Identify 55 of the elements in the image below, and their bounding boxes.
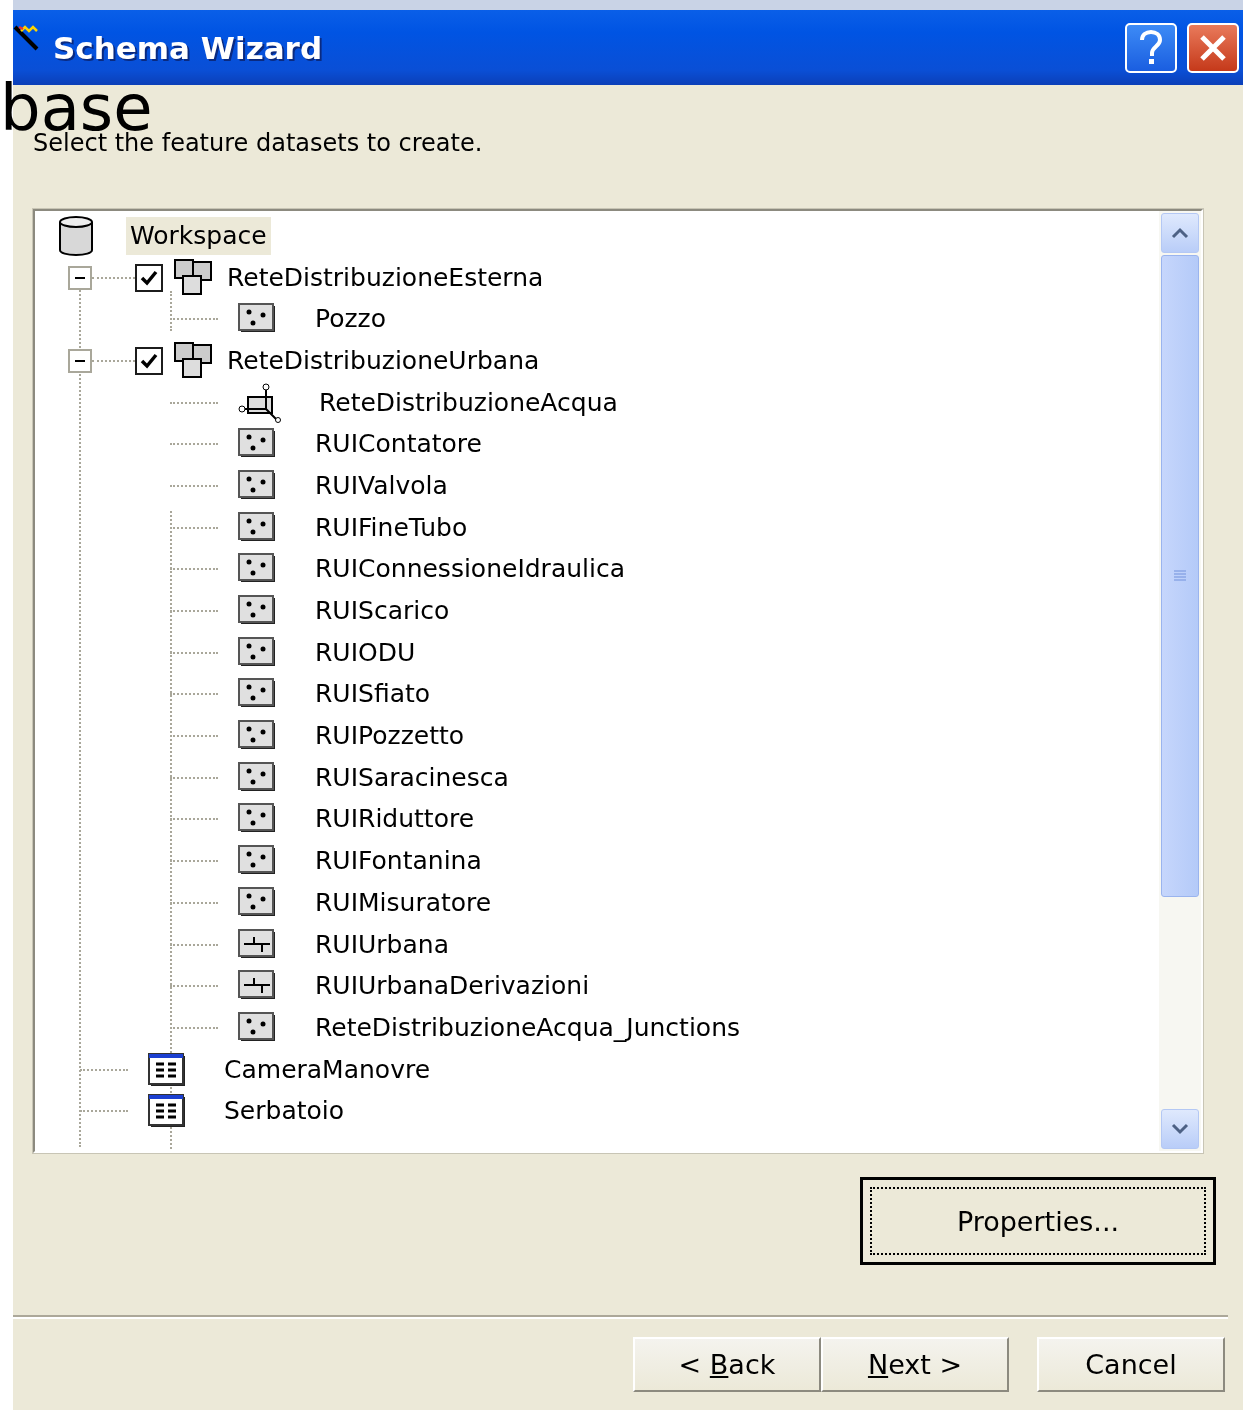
properties-button[interactable]: Properties... xyxy=(860,1177,1216,1265)
checkbox[interactable] xyxy=(135,263,163,292)
tree-item-label[interactable]: Workspace xyxy=(126,216,271,255)
stacked-squares-icon xyxy=(173,340,213,381)
tree-item-label[interactable]: ReteDistribuzioneAcqua xyxy=(315,383,622,422)
question-mark-icon xyxy=(1138,29,1164,66)
tree-item-label[interactable]: RUIUrbana xyxy=(311,925,453,964)
caret-down-icon xyxy=(1171,1123,1189,1135)
network-icon xyxy=(238,382,282,423)
tree-item-label[interactable]: RUIValvola xyxy=(311,466,452,505)
tree-item-label[interactable]: RUIFontanina xyxy=(311,842,486,881)
collapse-toggle[interactable] xyxy=(68,265,92,290)
point-layer-icon xyxy=(238,469,278,502)
point-layer-icon xyxy=(238,886,278,919)
help-button[interactable] xyxy=(1125,22,1177,73)
tree-item-label[interactable]: ReteDistribuzioneUrbana xyxy=(223,341,544,380)
tree-item-label[interactable]: RUISaracinesca xyxy=(311,758,513,797)
scroll-down-button[interactable] xyxy=(1161,1109,1199,1149)
tree-item-label[interactable]: RUIODU xyxy=(311,633,420,672)
wizard-nav-button[interactable]: < Back xyxy=(633,1337,821,1392)
table-icon xyxy=(148,1052,186,1087)
wizard-nav-button[interactable]: Next > xyxy=(821,1337,1009,1392)
stacked-squares-icon xyxy=(173,257,213,298)
close-button[interactable] xyxy=(1187,22,1239,73)
tree-item-label[interactable]: RUISfiato xyxy=(311,675,435,714)
table-icon xyxy=(148,1094,186,1129)
tree-item-label[interactable]: RUIRiduttore xyxy=(311,800,479,839)
window-title: Schema Wizard xyxy=(53,29,324,66)
tree-item-label[interactable]: RUIConnessioneIdraulica xyxy=(311,550,630,589)
tree-item-label[interactable]: Pozzo xyxy=(311,300,391,339)
tree-item-label[interactable]: RUIPozzetto xyxy=(311,717,469,756)
point-layer-icon xyxy=(238,511,278,544)
scroll-thumb[interactable] xyxy=(1161,255,1199,897)
line-layer-icon xyxy=(238,928,278,961)
tree-item-label[interactable]: RUIFineTubo xyxy=(311,508,472,547)
close-icon xyxy=(1199,33,1227,62)
point-layer-icon xyxy=(238,1011,278,1044)
database-icon xyxy=(57,215,95,256)
point-layer-icon xyxy=(238,636,278,669)
checkbox[interactable] xyxy=(135,346,163,375)
point-layer-icon xyxy=(238,761,278,794)
cancel-button[interactable]: Cancel xyxy=(1037,1337,1225,1392)
tree-item-label[interactable]: ReteDistribuzioneAcqua_Junctions xyxy=(311,1008,745,1047)
tree-item-label[interactable]: Serbatoio xyxy=(220,1092,349,1131)
tree-item-label[interactable]: CameraManovre xyxy=(220,1050,435,1089)
tree-item-label[interactable]: RUIContatore xyxy=(311,425,486,464)
caret-up-icon xyxy=(1171,227,1189,239)
collapse-toggle[interactable] xyxy=(68,348,92,373)
tree-item-label[interactable]: RUIUrbanaDerivazioni xyxy=(311,967,594,1006)
tree-item-label[interactable]: RUIScarico xyxy=(311,592,454,631)
grip-icon xyxy=(1173,569,1187,583)
scroll-up-button[interactable] xyxy=(1161,213,1199,253)
tree-item-label[interactable]: ReteDistribuzioneEsterna xyxy=(223,258,548,297)
vertical-scrollbar[interactable] xyxy=(1159,211,1201,1151)
tree-item-label[interactable]: RUIMisuratore xyxy=(311,883,496,922)
